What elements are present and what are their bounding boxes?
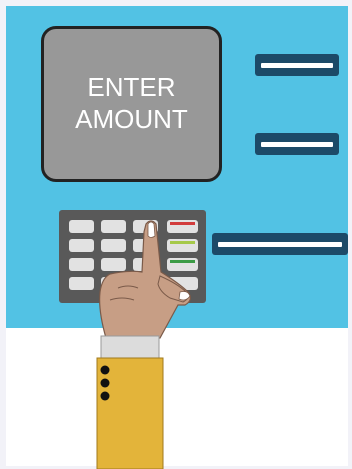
receipt-slot[interactable]	[255, 54, 339, 76]
screen-prompt-line-2: AMOUNT	[75, 104, 188, 134]
sleeve-button-3	[100, 391, 110, 401]
screen-prompt: ENTER AMOUNT	[75, 72, 188, 136]
sleeve-button-2	[100, 378, 110, 388]
screen-prompt-line-1: ENTER	[87, 72, 176, 103]
key-7[interactable]	[69, 258, 94, 271]
card-slot[interactable]	[212, 233, 348, 255]
key-4[interactable]	[69, 239, 94, 252]
index-finger-nail	[147, 221, 156, 238]
key-star[interactable]	[69, 277, 94, 290]
atm-screen: ENTER AMOUNT	[41, 26, 222, 182]
pointing-hand-icon	[96, 220, 191, 469]
sleeve	[96, 357, 164, 469]
sleeve-button-1	[100, 365, 110, 375]
key-1[interactable]	[69, 220, 94, 233]
hand-skin	[99, 220, 191, 339]
deposit-slot[interactable]	[255, 133, 339, 155]
